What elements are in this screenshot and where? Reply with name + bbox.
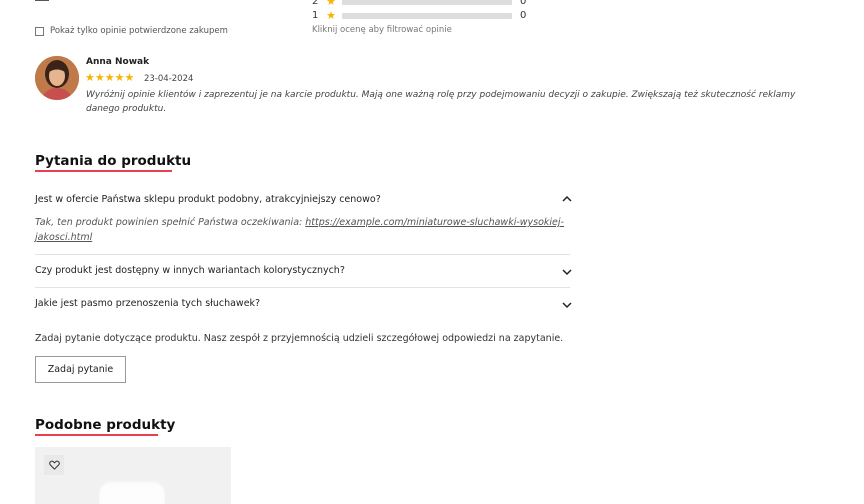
faq-answer-1: Tak, ten produkt powinien spełnić Państw…: [35, 215, 575, 245]
faq-question-3[interactable]: Jakie jest pasmo przenoszenia tych słuch…: [35, 298, 260, 309]
chevron-down-icon[interactable]: [561, 299, 573, 311]
faq-question-1[interactable]: Jest w ofercie Państwa sklepu produkt po…: [35, 194, 381, 205]
verified-only-filter[interactable]: Pokaż tylko opinie potwierdzone zakupem: [35, 26, 228, 36]
review-author: Anna Nowak: [86, 57, 150, 67]
rating-row-stars-value: 1: [312, 10, 319, 21]
rating-row-2[interactable]: 2 ★ 0: [312, 0, 526, 8]
rating-bar: [342, 12, 512, 19]
rating-bar: [342, 0, 512, 5]
rating-row-1[interactable]: 1 ★ 0: [312, 9, 526, 22]
verified-only-label: Pokaż tylko opinie potwierdzone zakupem: [50, 26, 228, 36]
wishlist-button[interactable]: [44, 455, 64, 475]
rating-fragment-line: [35, 0, 49, 1]
rating-filter-hint: Kliknij ocenę aby filtrować opinie: [312, 25, 452, 35]
review-stars: ★★★★★: [85, 71, 135, 84]
ask-question-button[interactable]: Zadaj pytanie: [35, 356, 126, 383]
chevron-up-icon[interactable]: [561, 193, 573, 205]
similar-products-title: Podobne produkty: [35, 417, 176, 433]
product-image[interactable]: [99, 480, 165, 504]
rating-row-stars-value: 2: [312, 0, 319, 7]
heart-icon: [48, 460, 60, 470]
ask-question-text: Zadaj pytanie dotyczące produktu. Nasz z…: [35, 333, 564, 344]
faq-divider: [35, 287, 570, 288]
similar-products-title-underline: [35, 434, 158, 436]
verified-only-checkbox[interactable]: [35, 26, 44, 36]
star-icon: ★: [326, 0, 336, 8]
rating-count: 0: [520, 10, 527, 21]
faq-answer-text: Tak, ten produkt powinien spełnić Państw…: [35, 217, 306, 228]
faq-divider: [35, 254, 570, 255]
chevron-down-icon[interactable]: [561, 266, 573, 278]
star-icon: ★: [326, 9, 336, 22]
avatar: [35, 56, 79, 100]
review-text: Wyróżnij opinie klientów i zaprezentuj j…: [86, 90, 796, 114]
rating-count: 0: [520, 0, 527, 7]
review-date: 23-04-2024: [144, 74, 194, 84]
faq-question-2[interactable]: Czy produkt jest dostępny w innych waria…: [35, 265, 345, 276]
questions-title-underline: [35, 170, 172, 172]
questions-title: Pytania do produktu: [35, 153, 192, 169]
